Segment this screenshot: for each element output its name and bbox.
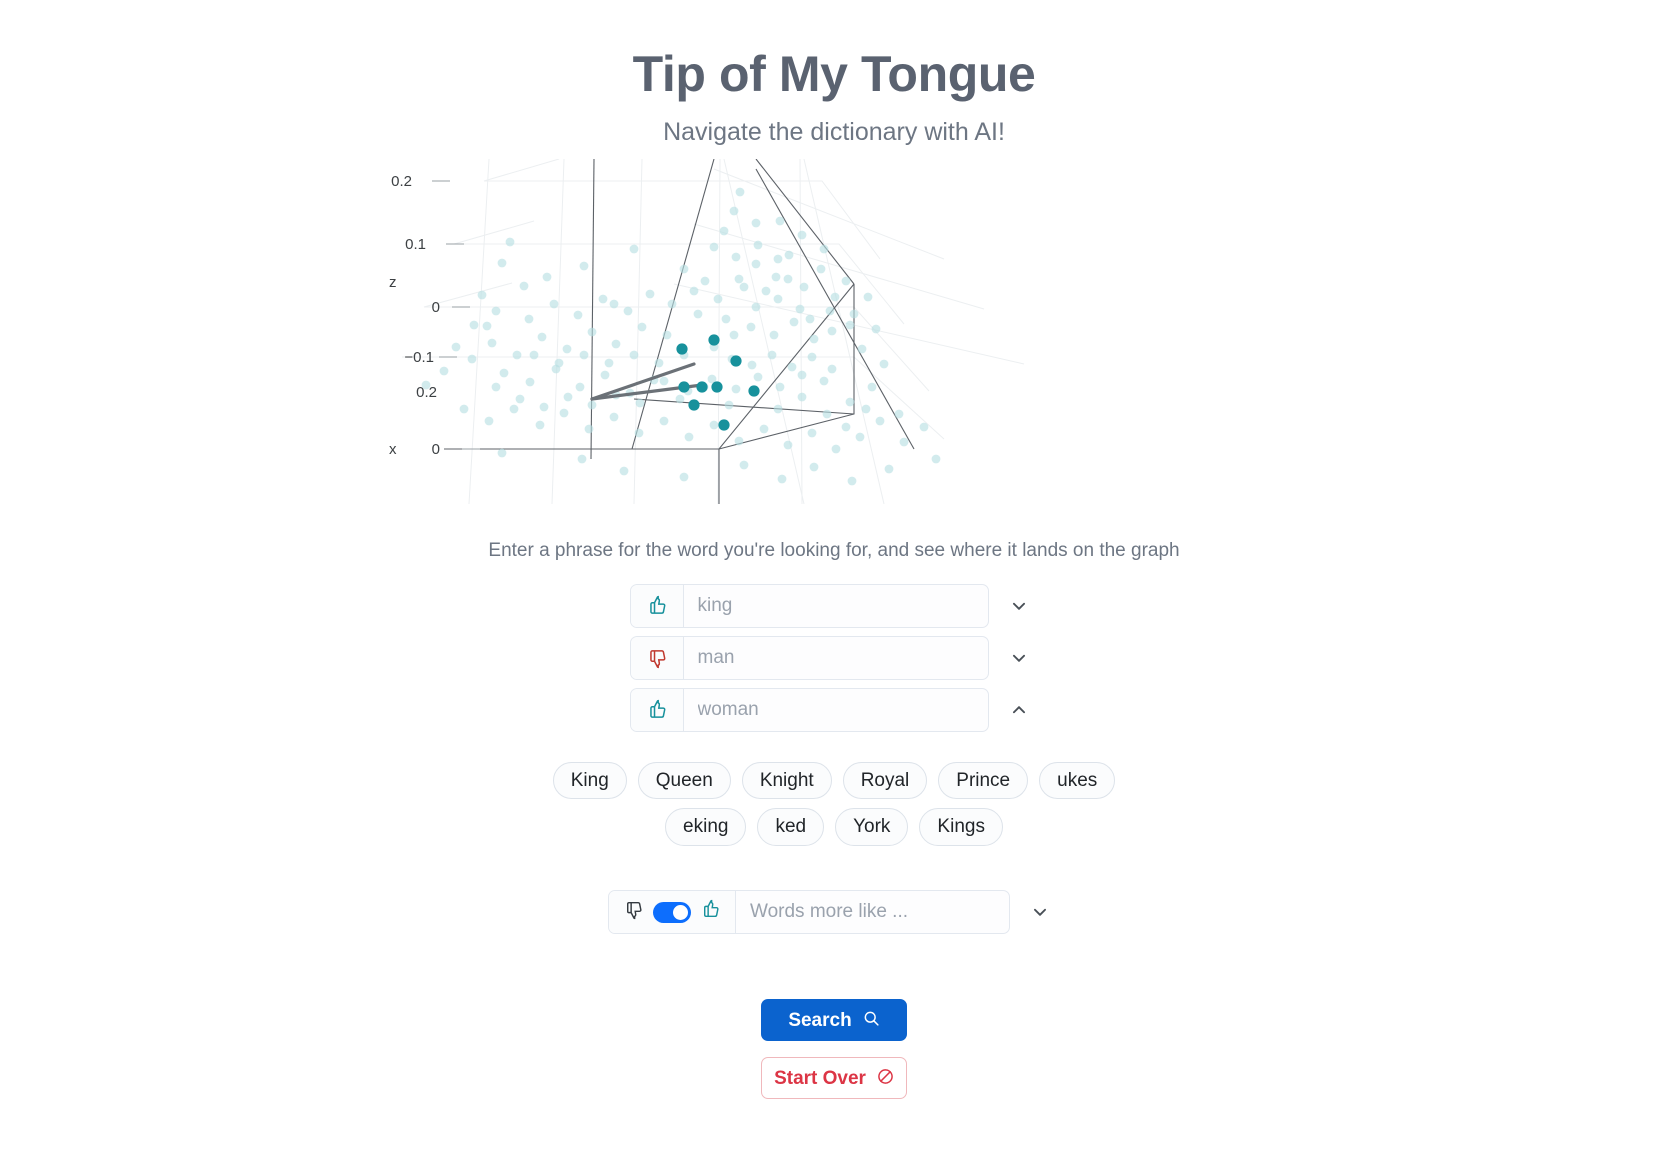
words-more-like-input[interactable] bbox=[736, 891, 1009, 933]
suggested-words-list: King Queen Knight Royal Prince ukes ekin… bbox=[514, 761, 1154, 846]
chevron-down-icon[interactable] bbox=[999, 597, 1039, 615]
words-more-like-row bbox=[608, 890, 1060, 934]
toggle-knob bbox=[673, 904, 688, 920]
list-item[interactable]: King bbox=[552, 761, 627, 800]
plot-hint-text: Enter a phrase for the word you're looki… bbox=[488, 539, 1180, 561]
phrase-input-row-2 bbox=[629, 635, 1039, 680]
list-item[interactable]: eking bbox=[665, 808, 747, 846]
list-item[interactable]: ked bbox=[757, 808, 825, 846]
plot-tick-labels: 0.2 0.1 0 −0.1 0.2 0 z x bbox=[389, 173, 440, 458]
plot-canvas[interactable]: 0.2 0.1 0 −0.1 0.2 0 z x bbox=[384, 158, 1284, 504]
phrase-input-row-3 bbox=[629, 687, 1039, 732]
list-item[interactable]: Knight bbox=[741, 761, 832, 800]
no-entry-icon bbox=[877, 1068, 894, 1089]
page-subtitle: Navigate the dictionary with AI! bbox=[663, 117, 1005, 146]
chevron-down-icon[interactable] bbox=[1020, 903, 1060, 921]
phrase-input-1[interactable] bbox=[683, 584, 988, 627]
tick-z-2: 0 bbox=[432, 299, 440, 316]
chevron-down-icon[interactable] bbox=[999, 649, 1039, 667]
phrase-input-3[interactable] bbox=[683, 688, 988, 731]
start-over-button-label: Start Over bbox=[774, 1067, 866, 1089]
scatter-points-corpus bbox=[421, 187, 941, 485]
tick-z-0: 0.2 bbox=[391, 173, 412, 190]
thumbs-up-icon[interactable] bbox=[630, 584, 684, 627]
list-item[interactable]: Prince bbox=[938, 761, 1029, 800]
phrase-input-group-2 bbox=[629, 635, 989, 680]
thumbs-down-icon[interactable] bbox=[623, 899, 644, 925]
phrase-input-group-1 bbox=[629, 583, 989, 628]
phrase-inputs bbox=[629, 583, 1039, 732]
axis-label-x: x bbox=[389, 441, 397, 458]
search-button[interactable]: Search bbox=[761, 999, 907, 1041]
list-item[interactable]: Queen bbox=[637, 761, 731, 800]
axis-label-z: z bbox=[389, 274, 397, 291]
search-icon bbox=[863, 1010, 880, 1031]
phrase-input-2[interactable] bbox=[683, 636, 988, 679]
thumbs-up-icon[interactable] bbox=[700, 899, 721, 925]
list-item[interactable]: York bbox=[835, 808, 909, 846]
thumbs-up-icon[interactable] bbox=[630, 688, 684, 731]
chevron-up-icon[interactable] bbox=[999, 701, 1039, 719]
thumbs-down-icon[interactable] bbox=[630, 636, 684, 679]
tick-x-1: 0 bbox=[432, 441, 440, 458]
app-root: Tip of My Tongue Navigate the dictionary… bbox=[0, 0, 1668, 1171]
embedding-3d-scatter-plot[interactable]: 0.2 0.1 0 −0.1 0.2 0 z x bbox=[384, 158, 1284, 504]
plot-gridlines bbox=[402, 158, 1025, 504]
tick-z-3: −0.1 bbox=[404, 349, 434, 366]
sentiment-toggle-switch[interactable] bbox=[653, 901, 691, 923]
list-item[interactable]: Kings bbox=[919, 808, 1003, 846]
start-over-button[interactable]: Start Over bbox=[761, 1057, 907, 1099]
phrase-input-row-1 bbox=[629, 583, 1039, 628]
tick-z-1: 0.1 bbox=[405, 236, 426, 253]
words-more-like-group bbox=[608, 890, 1010, 934]
page-title: Tip of My Tongue bbox=[632, 46, 1036, 102]
list-item[interactable]: ukes bbox=[1039, 761, 1116, 800]
search-button-label: Search bbox=[788, 1009, 852, 1031]
list-item[interactable]: Royal bbox=[842, 761, 928, 800]
phrase-input-group-3 bbox=[629, 687, 989, 732]
sentiment-toggle-addon bbox=[609, 891, 736, 933]
action-buttons: Search Start Over bbox=[761, 999, 907, 1099]
